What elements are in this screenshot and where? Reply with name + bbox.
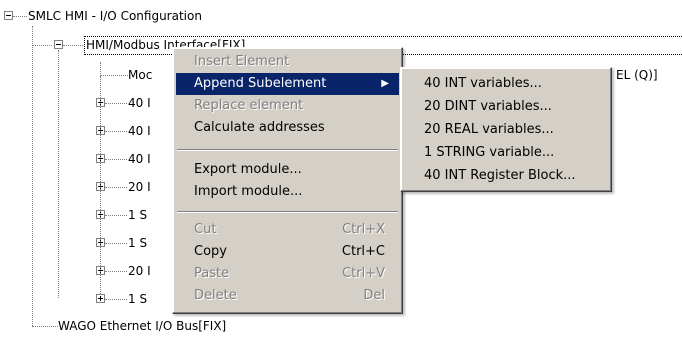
tree-connector <box>58 50 59 298</box>
menu-item-replace-element[interactable]: Replace element <box>176 95 399 117</box>
shortcut-label: Ctrl+X <box>342 222 385 237</box>
menu-item-copy[interactable]: Copy Ctrl+C <box>176 241 399 263</box>
tree-wago-label[interactable]: WAGO Ethernet I/O Bus[FIX] <box>58 317 226 335</box>
submenu-arrow-icon: ▶ <box>381 78 389 89</box>
tree-connector <box>105 159 127 160</box>
tree-connector <box>105 103 127 104</box>
menu-separator <box>177 211 398 213</box>
tree-connector <box>32 326 58 327</box>
tree-connector <box>105 131 127 132</box>
tree-child-label[interactable]: 40 I <box>128 94 151 112</box>
menu-item-insert-element[interactable]: Insert Element <box>176 51 399 73</box>
collapse-root-icon[interactable] <box>4 11 13 20</box>
menu-item-cut[interactable]: Cut Ctrl+X <box>176 219 399 241</box>
context-menu: Insert Element Append Subelement ▶ Replac… <box>172 47 403 314</box>
submenu-item-20-dint-variables[interactable]: 20 DINT variables... <box>404 96 608 118</box>
submenu-item-20-real-variables[interactable]: 20 REAL variables... <box>404 119 608 141</box>
shortcut-label: Del <box>363 288 385 303</box>
tree-connector <box>105 243 127 244</box>
submenu-item-40-int-variables[interactable]: 40 INT variables... <box>404 73 608 95</box>
tree-connector <box>105 215 127 216</box>
tree-right-fragment: EL (Q)] <box>616 68 658 82</box>
tree-connector <box>32 45 52 46</box>
submenu-item-40-int-register-block[interactable]: 40 INT Register Block... <box>404 165 608 187</box>
shortcut-label: Ctrl+C <box>341 244 385 259</box>
menu-item-import-module[interactable]: Import module... <box>176 181 399 203</box>
tree-connector <box>100 76 101 294</box>
tree-child-label[interactable]: 1 S <box>128 290 147 308</box>
tree-connector <box>105 187 127 188</box>
menu-item-paste[interactable]: Paste Ctrl+V <box>176 263 399 285</box>
tree-child-label[interactable]: 40 I <box>128 150 151 168</box>
tree-child-label[interactable]: 40 I <box>128 122 151 140</box>
menu-item-export-module[interactable]: Export module... <box>176 159 399 181</box>
tree-child-label[interactable]: 20 I <box>128 262 151 280</box>
tree-connector <box>100 62 101 76</box>
tree-connector <box>105 299 127 300</box>
tree-child-label[interactable]: 1 S <box>128 234 147 252</box>
menu-item-append-subelement[interactable]: Append Subelement ▶ <box>176 73 399 95</box>
expand-node-icon[interactable] <box>96 294 105 303</box>
append-subelement-submenu: 40 INT variables... 20 DINT variables...… <box>400 67 612 192</box>
tree-root-label[interactable]: SMLC HMI - I/O Configuration <box>28 7 202 25</box>
tree-child-label[interactable]: 1 S <box>128 206 147 224</box>
tree-connector <box>13 16 27 17</box>
menu-item-delete[interactable]: Delete Del <box>176 285 399 307</box>
submenu-item-1-string-variable[interactable]: 1 STRING variable... <box>404 142 608 164</box>
tree-child-label[interactable]: Moc <box>128 66 152 84</box>
tree-connector <box>105 271 127 272</box>
tree-child-label[interactable]: 20 I <box>128 178 151 196</box>
shortcut-label: Ctrl+V <box>342 266 385 281</box>
menu-item-calculate-addresses[interactable]: Calculate addresses <box>176 117 399 139</box>
tree-connector <box>32 26 33 326</box>
collapse-hmi-icon[interactable] <box>54 40 63 49</box>
menu-separator <box>177 149 398 151</box>
tree-connector <box>63 45 83 46</box>
tree-connector <box>100 75 128 76</box>
